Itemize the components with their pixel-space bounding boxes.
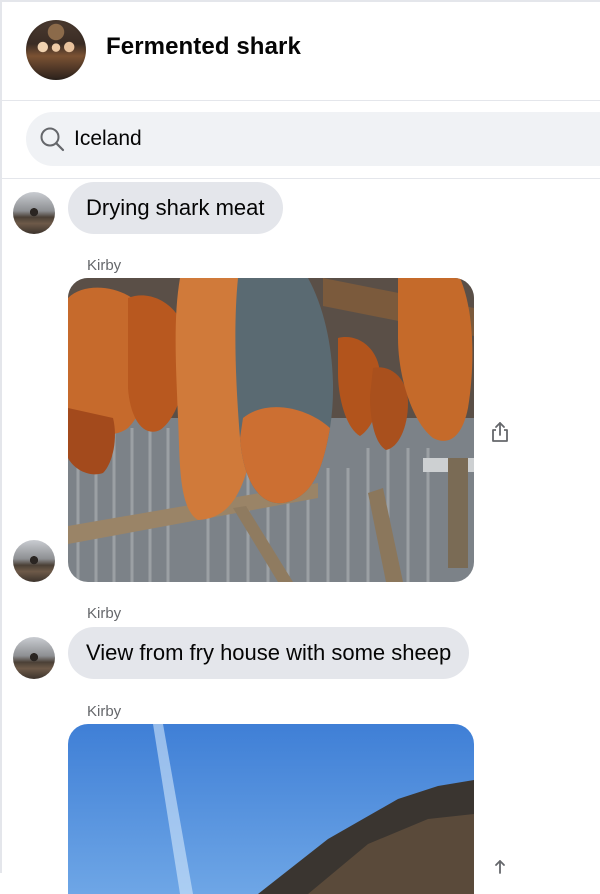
sender-name: Kirby [87, 257, 122, 274]
share-icon[interactable] [488, 858, 512, 882]
conversation-title[interactable]: Fermented shark [106, 33, 301, 61]
landscape-image [68, 724, 474, 894]
share-icon[interactable] [488, 420, 512, 444]
search-divider [0, 178, 600, 179]
sender-avatar[interactable] [13, 192, 55, 234]
message-photo-shark[interactable] [68, 278, 474, 582]
sender-avatar[interactable] [13, 540, 55, 582]
window-left-border [0, 0, 2, 873]
message-bubble[interactable]: View from fry house with some sheep [68, 627, 470, 679]
conversation-header: Fermented shark [0, 0, 600, 100]
search-input[interactable] [74, 122, 574, 156]
message-photo-landscape[interactable] [68, 724, 474, 894]
message-bubble[interactable]: Drying shark meat [68, 182, 283, 234]
sender-name: Kirby [87, 703, 122, 720]
group-avatar[interactable] [26, 20, 86, 80]
header-divider [0, 100, 600, 101]
sender-name: Kirby [87, 605, 122, 622]
sender-avatar[interactable] [13, 637, 55, 679]
search-icon [40, 127, 65, 152]
shark-meat-image [68, 278, 474, 582]
